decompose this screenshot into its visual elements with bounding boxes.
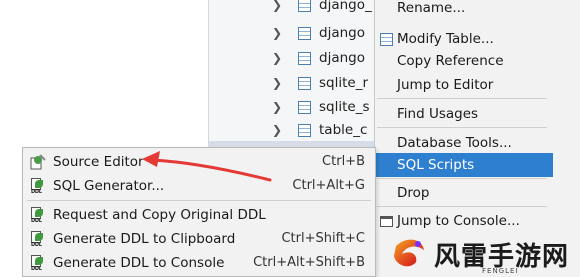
ddl-icon: DDL — [23, 254, 53, 272]
tree-row-label: django_ — [319, 0, 372, 13]
source-editor-icon — [23, 153, 53, 170]
tree-row[interactable]: ❯ sqlite_s — [270, 96, 370, 118]
shortcut-label: Ctrl+B — [322, 154, 365, 169]
annotation-arrow — [142, 151, 272, 182]
table-icon — [375, 27, 397, 51]
ddl-icon: DDL — [23, 206, 53, 224]
tree-row-label: django — [319, 50, 365, 66]
table-icon — [298, 26, 311, 40]
menu-item-label: Drop — [397, 185, 430, 201]
menu-item-label: Copy Reference — [397, 53, 504, 69]
chevron-right-icon[interactable]: ❯ — [270, 0, 284, 12]
menu-item-label: Jump to Editor — [397, 77, 494, 93]
menu-item-modify-table[interactable]: Modify Table... — [375, 27, 553, 51]
watermark-logo-icon — [394, 239, 424, 267]
submenu-item-request-copy-ddl[interactable]: DDL Request and Copy Original DDL — [23, 203, 375, 226]
tree-row[interactable]: ❯ table_c — [270, 119, 367, 141]
submenu-item-label: Generate DDL to Clipboard — [53, 230, 236, 247]
chevron-right-icon[interactable]: ❯ — [270, 76, 284, 90]
menu-item-copy-reference[interactable]: Copy Reference — [375, 49, 553, 73]
menu-item-label: SQL Scripts — [397, 157, 475, 173]
ddl-icon: DDL — [23, 230, 53, 248]
shortcut-label: Ctrl+Alt+G — [292, 178, 365, 193]
table-icon — [298, 100, 311, 114]
menu-item-label: Database Tools... — [397, 135, 512, 151]
menu-separator — [377, 206, 547, 207]
tree-row[interactable]: ❯ django_ — [270, 0, 372, 16]
menu-separator — [377, 98, 547, 99]
menu-item-database-tools[interactable]: Database Tools... — [375, 131, 553, 155]
table-icon — [298, 0, 311, 12]
tree-row[interactable]: ❯ django — [270, 22, 365, 44]
tree-row[interactable]: ❯ sqlite_r — [270, 72, 368, 94]
chevron-right-icon[interactable]: ❯ — [270, 51, 284, 65]
menu-item-sql-scripts[interactable]: SQL Scripts — [375, 153, 553, 177]
menu-item-rename[interactable]: Rename... — [375, 0, 553, 20]
menu-item-jump-to-editor[interactable]: Jump to Editor — [375, 73, 553, 97]
menu-item-label: Modify Table... — [397, 31, 494, 47]
submenu-item-label: Request and Copy Original DDL — [53, 206, 266, 223]
menu-separator — [377, 127, 547, 128]
menu-item-label: Jump to Console... — [397, 213, 520, 229]
menu-separator — [27, 200, 371, 201]
tree-row[interactable]: ❯ django — [270, 47, 365, 69]
ddl-icon: DDL — [23, 177, 53, 195]
shortcut-label: Ctrl+Alt+Shift+B — [253, 255, 365, 270]
tree-row-label: django — [319, 25, 365, 41]
submenu-item-label: Generate DDL to Console — [53, 254, 225, 271]
chevron-right-icon[interactable]: ❯ — [270, 100, 284, 114]
table-icon — [298, 51, 311, 65]
menu-item-drop[interactable]: Drop — [375, 181, 553, 205]
menu-item-jump-to-console[interactable]: Jump to Console... — [375, 209, 553, 233]
submenu-item-ddl-clipboard[interactable]: DDL Generate DDL to Clipboard Ctrl+Shift… — [23, 227, 375, 250]
shortcut-label: Ctrl+Shift+C — [281, 231, 365, 246]
menu-separator — [377, 178, 547, 179]
menu-item-label: Rename... — [397, 0, 466, 16]
tree-row-label: table_c — [319, 122, 368, 138]
submenu-item-ddl-console[interactable]: DDL Generate DDL to Console Ctrl+Alt+Shi… — [23, 251, 375, 274]
table-icon — [298, 76, 311, 90]
menu-item-label: Find Usages — [397, 106, 479, 122]
console-icon — [375, 209, 397, 233]
table-icon — [298, 123, 311, 137]
watermark-subtitle: FENGLEI — [482, 267, 519, 275]
chevron-right-icon[interactable]: ❯ — [270, 26, 284, 40]
tree-row-label: sqlite_r — [319, 75, 369, 91]
tree-row-label: sqlite_s — [319, 99, 370, 115]
chevron-right-icon[interactable]: ❯ — [270, 123, 284, 137]
menu-item-find-usages[interactable]: Find Usages — [375, 102, 553, 126]
